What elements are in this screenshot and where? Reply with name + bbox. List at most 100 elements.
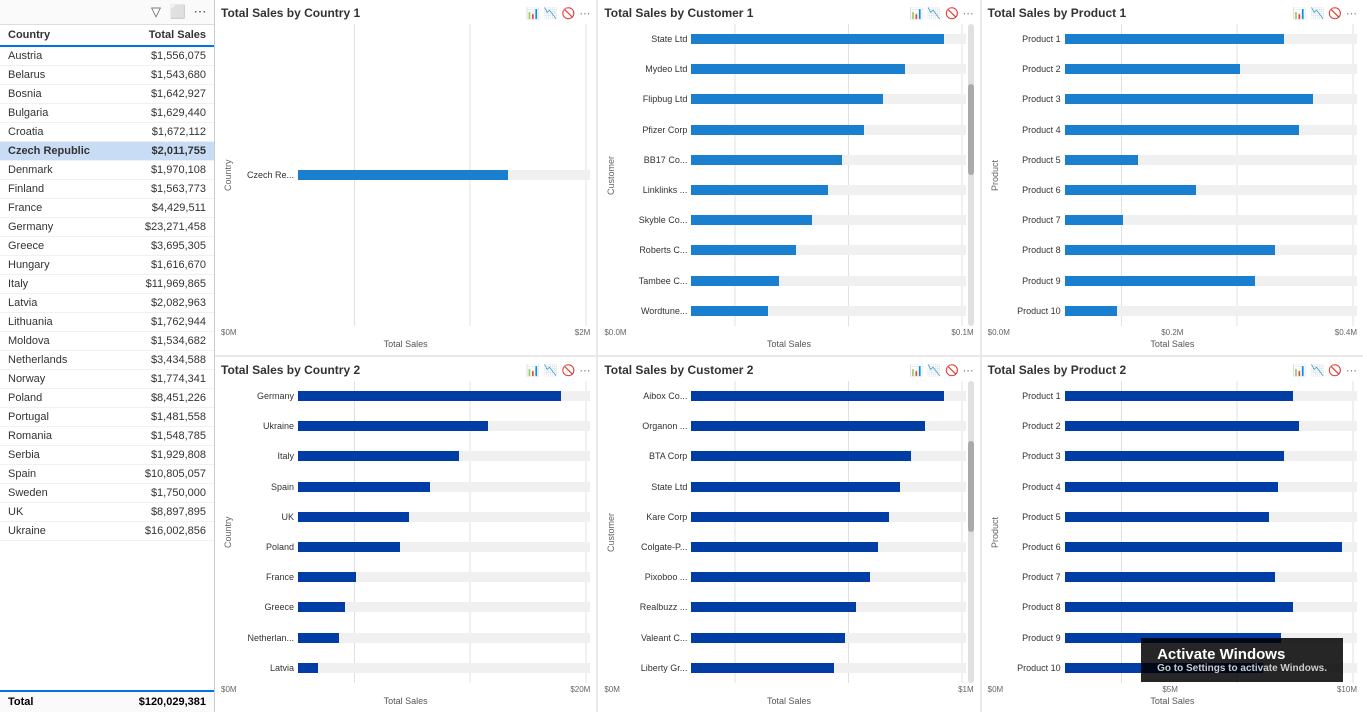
y-axis-label: Country <box>221 24 235 326</box>
bar-row: Realbuzz ... <box>622 599 965 615</box>
chart-icon-block[interactable]: 🚫 <box>945 7 959 20</box>
table-row[interactable]: Italy$11,969,865 <box>0 275 214 294</box>
bar-fill <box>1065 572 1275 582</box>
chart-icon-block[interactable]: 🚫 <box>1328 7 1342 20</box>
chart-icon-bar2[interactable]: 📉 <box>544 7 558 20</box>
table-row[interactable]: Portugal$1,481,558 <box>0 408 214 427</box>
bar-track <box>1065 451 1357 461</box>
bar-chart: CustomerState LtdMydeo LtdFlipbug LtdPfi… <box>604 24 973 349</box>
bar-label: UK <box>239 512 294 522</box>
table-row[interactable]: Moldova$1,534,682 <box>0 332 214 351</box>
bar-chart: CustomerAibox Co...Organon ...BTA CorpSt… <box>604 381 973 706</box>
chart-icon-bar2[interactable]: 📉 <box>927 364 941 377</box>
chart-icon-more[interactable]: ⋯ <box>1346 364 1357 377</box>
row-country: Latvia <box>8 297 126 309</box>
chart-icon-bar[interactable]: 📊 <box>526 364 540 377</box>
table-row[interactable]: Germany$23,271,458 <box>0 218 214 237</box>
bar-row: Tambee C... <box>622 273 965 289</box>
chart-toolbar-icons: 📊 📉 🚫 ⋯ <box>910 7 974 20</box>
bar-label: Product 4 <box>1006 125 1061 135</box>
table-row[interactable]: Lithuania$1,762,944 <box>0 313 214 332</box>
bar-fill <box>691 185 828 195</box>
table-row[interactable]: Latvia$2,082,963 <box>0 294 214 313</box>
table-row[interactable]: Austria$1,556,075 <box>0 47 214 66</box>
chart-icon-more[interactable]: ⋯ <box>963 364 974 377</box>
chart-icon-more[interactable]: ⋯ <box>579 364 590 377</box>
chart-icon-bar2[interactable]: 📉 <box>1311 364 1325 377</box>
scrollbar-thumb[interactable] <box>968 84 974 175</box>
bar-fill <box>691 512 889 522</box>
chart-icon-bar2[interactable]: 📉 <box>544 364 558 377</box>
chart-icon-bar[interactable]: 📊 <box>1293 7 1307 20</box>
table-row[interactable]: Spain$10,805,057 <box>0 465 214 484</box>
chart-icon-more[interactable]: ⋯ <box>579 7 590 20</box>
table-row[interactable]: Poland$8,451,226 <box>0 389 214 408</box>
bar-row: BB17 Co... <box>622 152 965 168</box>
chart-icon-more[interactable]: ⋯ <box>1346 7 1357 20</box>
x-axis-ticks: $0M$2M <box>221 326 590 337</box>
table-row[interactable]: Croatia$1,672,112 <box>0 123 214 142</box>
chart-icon-bar2[interactable]: 📉 <box>1311 7 1325 20</box>
chart-title: Total Sales by Product 1 <box>988 6 1126 20</box>
table-row[interactable]: Greece$3,695,305 <box>0 237 214 256</box>
more-icon[interactable]: ⋯ <box>192 4 208 20</box>
table-row[interactable]: Sweden$1,750,000 <box>0 484 214 503</box>
bar-row: Product 10 <box>1006 660 1357 676</box>
main-container: ▽ ⬜ ⋯ Country Total Sales Austria$1,556,… <box>0 0 1363 712</box>
scrollbar-thumb[interactable] <box>968 441 974 532</box>
bar-row: Pixoboo ... <box>622 569 965 585</box>
chart-icon-block[interactable]: 🚫 <box>945 364 959 377</box>
bar-row: Linklinks ... <box>622 182 965 198</box>
x-axis-tick: $5M <box>1162 685 1178 694</box>
row-sales: $1,762,944 <box>126 316 206 328</box>
chart-icon-block[interactable]: 🚫 <box>1328 364 1342 377</box>
bar-label: Netherlan... <box>239 633 294 643</box>
table-row[interactable]: Netherlands$3,434,588 <box>0 351 214 370</box>
chart-header: Total Sales by Product 2 📊 📉 🚫 ⋯ <box>988 363 1357 377</box>
bar-label: BTA Corp <box>622 451 687 461</box>
chart-icon-bar[interactable]: 📊 <box>910 7 924 20</box>
chart-icon-more[interactable]: ⋯ <box>963 7 974 20</box>
row-sales: $1,642,927 <box>126 88 206 100</box>
table-row[interactable]: France$4,429,511 <box>0 199 214 218</box>
chart-title: Total Sales by Customer 1 <box>604 6 753 20</box>
bar-row: Product 8 <box>1006 242 1357 258</box>
table-row[interactable]: Ukraine$16,002,856 <box>0 522 214 541</box>
chart-icon-block[interactable]: 🚫 <box>562 7 576 20</box>
bar-track <box>1065 512 1357 522</box>
chart-icon-bar[interactable]: 📊 <box>526 7 540 20</box>
bar-track <box>1065 602 1357 612</box>
bar-track <box>1065 125 1357 135</box>
filter-icon[interactable]: ▽ <box>148 4 164 20</box>
bar-label: Colgate-P... <box>622 542 687 552</box>
chart-icon-block[interactable]: 🚫 <box>562 364 576 377</box>
bar-track <box>298 633 590 643</box>
x-axis-ticks: $0M$5M$10M <box>988 683 1357 694</box>
table-row[interactable]: Norway$1,774,341 <box>0 370 214 389</box>
expand-icon[interactable]: ⬜ <box>170 4 186 20</box>
table-row[interactable]: Serbia$1,929,808 <box>0 446 214 465</box>
bar-track <box>1065 306 1357 316</box>
table-row[interactable]: Bosnia$1,642,927 <box>0 85 214 104</box>
chart-icon-bar[interactable]: 📊 <box>910 364 924 377</box>
table-row[interactable]: Finland$1,563,773 <box>0 180 214 199</box>
table-row[interactable]: UK$8,897,895 <box>0 503 214 522</box>
scrollbar-track[interactable] <box>968 381 974 683</box>
table-row[interactable]: Romania$1,548,785 <box>0 427 214 446</box>
table-row[interactable]: Czech Republic$2,011,755 <box>0 142 214 161</box>
bar-row: Product 1 <box>1006 31 1357 47</box>
table-row[interactable]: Hungary$1,616,670 <box>0 256 214 275</box>
table-row[interactable]: Belarus$1,543,680 <box>0 66 214 85</box>
row-sales: $23,271,458 <box>126 221 206 233</box>
table-body[interactable]: Austria$1,556,075Belarus$1,543,680Bosnia… <box>0 47 214 690</box>
chart-toolbar-icons: 📊 📉 🚫 ⋯ <box>1293 364 1357 377</box>
table-row[interactable]: Denmark$1,970,108 <box>0 161 214 180</box>
scrollbar-track[interactable] <box>968 24 974 326</box>
y-axis-label: Customer <box>604 381 618 683</box>
chart-icon-bar[interactable]: 📊 <box>1293 364 1307 377</box>
bars-area: Czech Re... <box>235 24 590 326</box>
y-axis-label: Product <box>988 24 1002 326</box>
table-row[interactable]: Bulgaria$1,629,440 <box>0 104 214 123</box>
chart-icon-bar2[interactable]: 📉 <box>927 7 941 20</box>
bar-track <box>691 245 965 255</box>
